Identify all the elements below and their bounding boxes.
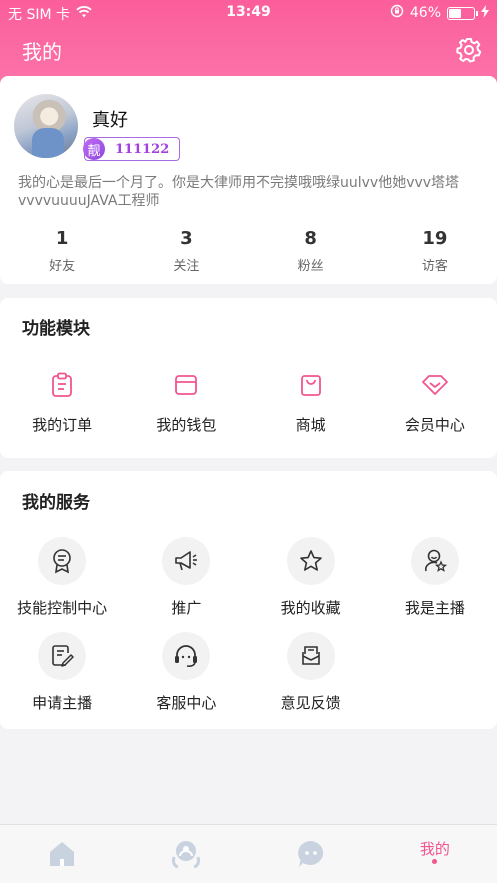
- battery-icon: [447, 6, 478, 20]
- func-item-orders[interactable]: 我的订单: [0, 370, 124, 435]
- tab-discover[interactable]: [124, 825, 248, 883]
- stat-value: 3: [180, 228, 193, 249]
- page-title: 我的: [22, 40, 62, 64]
- stat-label: 粉丝: [297, 259, 324, 274]
- svc-label: 我是主播: [404, 599, 465, 617]
- settings-button[interactable]: [455, 36, 483, 64]
- home-icon: [50, 842, 75, 866]
- stat-friends[interactable]: 1 好友: [0, 228, 124, 274]
- avatar[interactable]: [14, 94, 78, 158]
- svc-item-favorites[interactable]: 我的收藏: [249, 537, 373, 618]
- function-module-card: 功能模块 我的订单 我的钱包 商城 会员中心: [0, 298, 497, 458]
- svc-item-apply-anchor[interactable]: 申请主播: [0, 632, 124, 713]
- stat-value: 1: [55, 228, 69, 249]
- tab-messages[interactable]: [249, 825, 373, 883]
- stat-label: 访客: [421, 259, 448, 274]
- svc-item-promotion[interactable]: 推广: [124, 537, 248, 618]
- status-bar: 无 SIM 卡 13:49 46%: [0, 0, 497, 26]
- stat-fans[interactable]: 8 粉丝: [249, 228, 373, 274]
- section-title: 功能模块: [22, 319, 90, 339]
- active-tab-indicator: [432, 859, 438, 864]
- orientation-lock-icon: [390, 4, 404, 22]
- discover-icon: [172, 841, 201, 869]
- func-label: 我的钱包: [156, 416, 217, 434]
- badge-number: 111122: [115, 141, 170, 157]
- order-icon: [47, 370, 77, 400]
- tab-home[interactable]: [0, 825, 124, 883]
- svc-label: 推广: [171, 599, 202, 617]
- func-label: 商城: [295, 416, 326, 434]
- star-icon: [286, 537, 335, 585]
- profile-bio: 我的心是最后一个月了。你是大律师用不完摸哦哦绿uulvv他她vvv塔塔vvvvu…: [18, 175, 460, 209]
- diamond-icon: [420, 370, 450, 400]
- skill-icon: [38, 537, 87, 585]
- shop-icon: [296, 370, 326, 400]
- func-label: 我的订单: [32, 416, 93, 434]
- stat-visitors[interactable]: 19 访客: [373, 228, 497, 274]
- bottom-tab-bar: 我的: [0, 824, 497, 883]
- feedback-icon: [286, 632, 335, 680]
- tab-mine-label: 我的: [419, 839, 450, 858]
- stat-label: 好友: [49, 259, 76, 274]
- username: 真好: [92, 110, 128, 131]
- svc-label: 申请主播: [32, 694, 93, 712]
- charging-icon: [481, 4, 489, 22]
- apply-icon: [38, 632, 87, 680]
- gear-icon: [456, 38, 482, 63]
- stat-label: 关注: [173, 259, 200, 274]
- function-grid: 我的订单 我的钱包 商城 会员中心: [0, 370, 497, 435]
- stat-value: 8: [304, 228, 317, 249]
- headset-icon: [162, 632, 211, 680]
- func-item-shop[interactable]: 商城: [249, 370, 373, 435]
- anchor-icon: [410, 537, 459, 585]
- svc-item-skill-center[interactable]: 技能控制中心: [0, 537, 124, 618]
- tab-mine[interactable]: 我的: [373, 825, 497, 883]
- svc-label: 技能控制中心: [17, 599, 108, 617]
- svc-item-customer-service[interactable]: 客服中心: [124, 632, 248, 713]
- func-label: 会员中心: [404, 416, 465, 434]
- services-card: 我的服务 技能控制中心 推广 我的收藏 我是主播 申请主播 客服中心 意见反馈: [0, 471, 497, 729]
- megaphone-icon: [162, 537, 211, 585]
- func-item-wallet[interactable]: 我的钱包: [124, 370, 248, 435]
- services-grid: 技能控制中心 推广 我的收藏 我是主播 申请主播 客服中心 意见反馈: [0, 537, 497, 713]
- svc-item-i-am-anchor[interactable]: 我是主播: [373, 537, 497, 618]
- section-title: 我的服务: [22, 493, 90, 513]
- wallet-icon: [171, 370, 201, 400]
- svc-label: 我的收藏: [280, 599, 341, 617]
- battery-percent: 46%: [409, 5, 441, 21]
- stat-value: 19: [422, 228, 448, 249]
- stats-row: 1 好友 3 关注 8 粉丝 19 访客: [0, 228, 497, 274]
- svc-label: 客服中心: [156, 694, 217, 712]
- message-icon: [297, 841, 323, 867]
- badge-tag: 靓: [83, 138, 105, 160]
- svc-item-feedback[interactable]: 意见反馈: [249, 632, 373, 713]
- profile-card[interactable]: 真好 靓 111122 我的心是最后一个月了。你是大律师用不完摸哦哦绿uulvv…: [0, 76, 497, 284]
- func-item-membership[interactable]: 会员中心: [373, 370, 497, 435]
- stat-following[interactable]: 3 关注: [124, 228, 248, 274]
- level-badge: 靓 111122: [83, 137, 180, 161]
- svc-label: 意见反馈: [280, 694, 341, 712]
